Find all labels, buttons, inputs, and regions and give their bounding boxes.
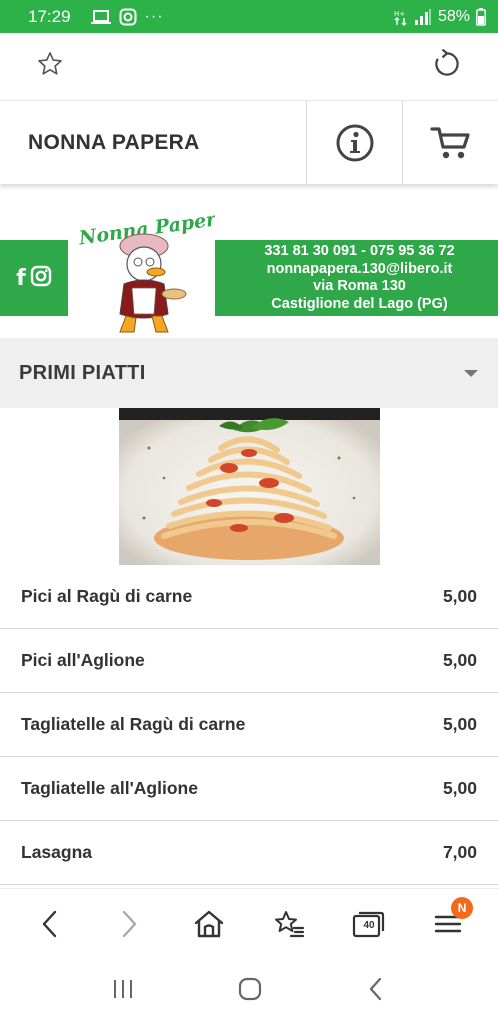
menu-list: Pici al Ragù di carne 5,00 Pici all'Agli… [0,565,498,885]
item-name: Tagliatelle all'Aglione [21,778,198,798]
dish-photo [119,408,380,565]
street-address: via Roma 130 [313,278,406,294]
restaurant-banner: f Nonna Papera 331 81 30 091 - 075 95 36… [0,184,498,338]
system-home-button[interactable] [237,976,263,1007]
item-price: 5,00 [442,714,477,734]
app-header: NONNA PAPERA [0,100,498,184]
bookmarks-button[interactable] [264,899,314,949]
forward-button[interactable] [104,899,154,949]
home-button[interactable] [184,899,234,949]
star-list-icon [274,910,304,937]
menu-item[interactable]: Tagliatelle al Ragù di carne 5,00 [0,693,498,757]
recent-apps-icon [114,979,132,998]
social-links: f [0,240,68,316]
tabs-button[interactable]: 40 [343,899,393,949]
item-name: Tagliatelle al Ragù di carne [21,714,246,734]
cart-button[interactable] [402,101,498,184]
battery-percent: 58% [437,7,470,25]
browser-address-bar [0,33,498,100]
system-nav-bar [0,958,498,1024]
laptop-notification-icon [90,9,111,24]
home-icon [194,910,224,937]
instagram-icon[interactable] [30,265,52,292]
system-back-button[interactable] [365,976,387,1007]
instagram-notification-icon [119,8,137,25]
item-price: 5,00 [442,586,477,606]
more-notifications-icon: ··· [144,7,164,25]
back-arrow-icon [42,910,57,937]
status-time: 17:29 [28,6,71,26]
reload-icon[interactable] [432,49,462,84]
item-name: Lasagna [21,842,92,862]
data-arrows-icon: H+ [394,10,407,26]
battery-icon [476,7,486,26]
item-price: 5,00 [442,650,477,670]
status-bar: 17:29 ··· H+ 58% [0,0,498,33]
back-button[interactable] [25,899,75,949]
tab-count: 40 [363,919,375,931]
chevron-down-icon [464,370,478,377]
star-icon[interactable] [36,50,64,83]
svg-text:H+: H+ [394,10,405,18]
phone-numbers[interactable]: 331 81 30 091 - 075 95 36 72 [221,243,498,261]
email-address[interactable]: nonnapapera.130@libero.it [221,261,498,279]
signal-icon [414,8,431,25]
menu-item[interactable]: Tagliatelle all'Aglione 5,00 [0,757,498,821]
notification-badge: N [451,896,474,919]
item-name: Pici al Ragù di carne [21,586,193,606]
system-back-icon [369,977,382,1000]
forward-arrow-icon [123,910,137,937]
info-button[interactable] [306,101,402,184]
page-title: NONNA PAPERA [28,130,200,154]
menu-button[interactable]: N [423,896,474,949]
menu-item[interactable]: Lasagna 7,00 [0,821,498,885]
recent-apps-button[interactable] [111,977,135,1006]
section-title: PRIMI PIATTI [19,361,146,384]
cart-icon [429,126,470,158]
section-header[interactable]: PRIMI PIATTI [0,338,498,408]
facebook-icon[interactable]: f [16,266,26,291]
logo: Nonna Papera [70,196,230,338]
menu-item[interactable]: Pici all'Aglione 5,00 [0,629,498,693]
contact-info: 331 81 30 091 - 075 95 36 72 nonnapapera… [215,240,498,316]
browser-bottom-nav: 40 N [0,888,498,958]
item-price: 7,00 [442,842,477,862]
city: Castiglione del Lago (PG) [271,295,448,312]
info-icon [336,124,373,161]
item-price: 5,00 [442,778,477,798]
home-circle-icon [238,977,262,1000]
menu-item[interactable]: Pici al Ragù di carne 5,00 [0,565,498,629]
item-name: Pici all'Aglione [21,650,145,670]
